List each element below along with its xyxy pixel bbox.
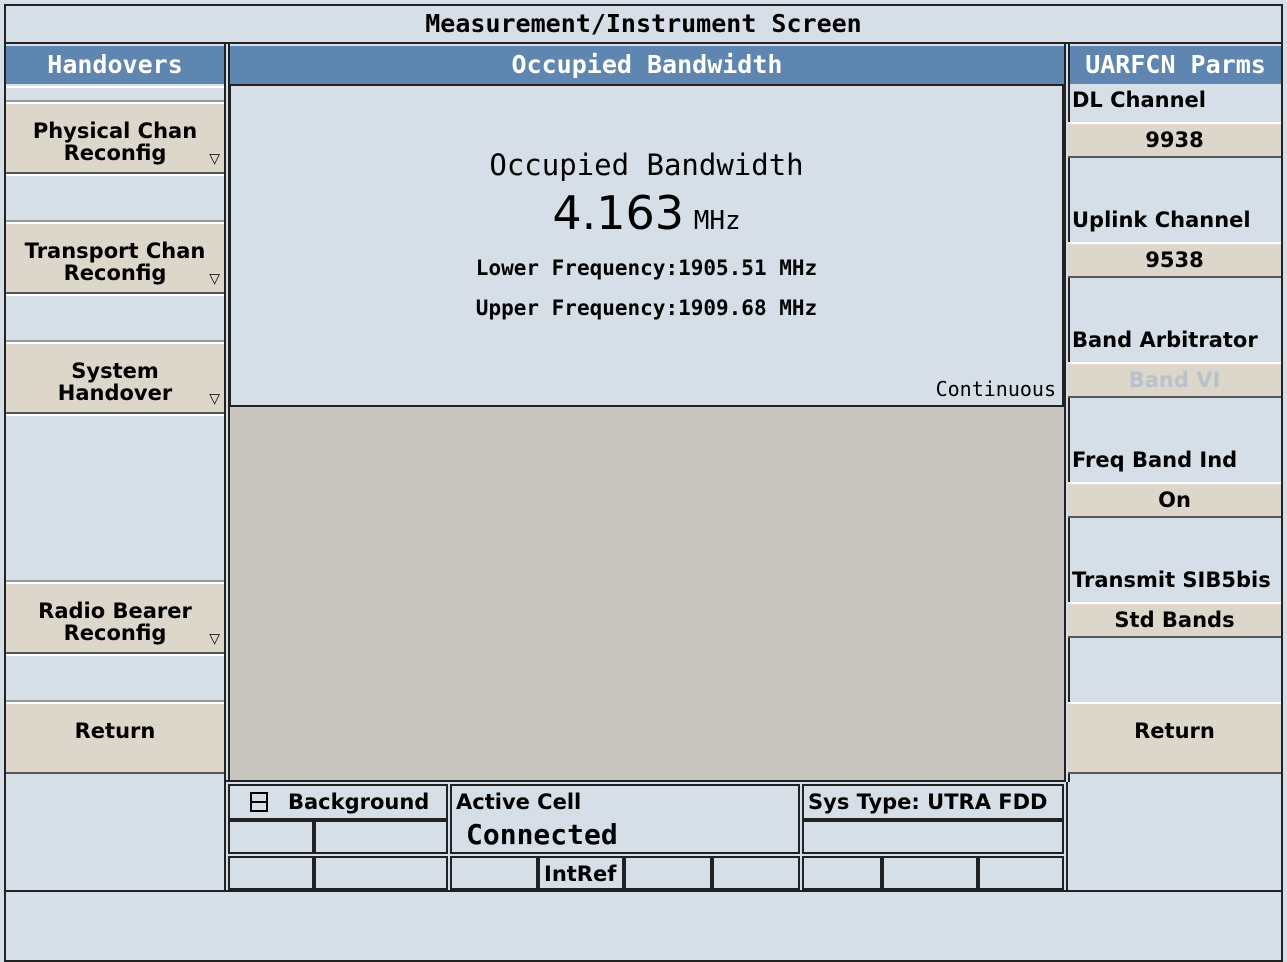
background-indicator[interactable]: Background [228,784,448,820]
status-cell [802,856,882,890]
active-cell-value: Connected [466,818,618,851]
softkey-label-line2: Reconfig [63,141,167,165]
param-label: Band Arbitrator [1072,328,1258,352]
measurement-header: Occupied Bandwidth [230,46,1064,84]
softkey-return-left[interactable]: Return [6,702,224,774]
param-transmit-sib5bis: Transmit SIB5bis [1068,566,1281,602]
param-value-transmit-sib5bis[interactable]: Std Bands [1068,602,1281,638]
left-panel-header: Handovers [6,46,224,84]
window-title: Measurement/Instrument Screen [4,4,1283,44]
status-cell [314,856,448,890]
status-cell [978,856,1064,890]
bottom-divider [6,890,1283,892]
return-label: Return [1134,719,1215,743]
upper-frequency-label: Upper Frequency: [475,296,679,320]
measurement-value: 4.163 [552,186,685,240]
param-value-freq-band-ind[interactable]: On [1068,482,1281,518]
submenu-triangle-icon: ▽ [209,151,220,167]
upper-frequency: Upper Frequency:1909.68 MHz [231,296,1062,320]
status-cell [228,820,314,854]
status-cell [314,820,448,854]
measurement-unit: MHz [693,206,741,236]
softkey-radio-bearer-reconfig[interactable]: Radio Bearer Reconfig ▽ [6,582,224,654]
param-value-dl-channel[interactable]: 9938 [1068,122,1281,158]
param-dl-channel: DL Channel [1068,86,1281,122]
upper-frequency-value: 1909.68 [678,296,767,320]
softkey-label-line2: Reconfig [63,621,167,645]
measurement-title: Occupied Bandwidth [489,148,804,182]
return-label: Return [74,719,156,743]
background-icon [250,792,268,812]
intref-label: IntRef [544,862,617,886]
background-label: Background [288,790,430,814]
gap [6,414,224,582]
sys-type-value: UTRA FDD [927,790,1048,814]
submenu-triangle-icon: ▽ [209,271,220,287]
gap [6,654,224,702]
gap [6,86,224,102]
softkey-physical-chan-reconfig[interactable]: Physical Chan Reconfig ▽ [6,102,224,174]
active-cell-status: Active Cell Connected [450,784,800,854]
submenu-triangle-icon: ▽ [209,391,220,407]
status-cell [624,856,712,890]
sys-type: Sys Type: UTRA FDD [808,790,1047,814]
right-panel-header: UARFCN Parms [1070,46,1281,84]
measurement-panel[interactable]: Occupied Bandwidth 4.163 MHz Lower Frequ… [229,84,1064,407]
submenu-triangle-icon: ▽ [209,631,220,647]
softkey-return-right[interactable]: Return [1068,702,1281,774]
upper-frequency-unit: MHz [779,296,818,320]
lower-frequency: Lower Frequency:1905.51 MHz [231,256,1062,280]
param-value-band-arbitrator: Band VI [1068,362,1281,398]
measurement-result: 4.163 MHz [231,186,1062,242]
status-cell [450,856,538,890]
param-label: Transmit SIB5bis [1072,568,1271,592]
status-cell [712,856,800,890]
status-cell [228,856,314,890]
softkey-label-line1: System [71,359,159,383]
softkey-label-line2: Reconfig [63,261,167,285]
softkey-label-line1: Physical Chan [32,119,198,143]
param-uplink-channel: Uplink Channel [1068,206,1281,242]
softkey-label-line1: Transport Chan [24,239,206,263]
sys-type-status: Sys Type: UTRA FDD [802,784,1064,820]
param-freq-band-ind: Freq Band Ind [1068,446,1281,482]
status-cell [882,856,978,890]
status-cell [802,820,1064,854]
softkey-label-line1: Radio Bearer [38,599,192,623]
active-cell-label: Active Cell [456,790,582,814]
param-band-arbitrator: Band Arbitrator [1068,326,1281,362]
softkey-system-handover[interactable]: System Handover ▽ [6,342,224,414]
softkey-label-line2: Handover [57,381,173,405]
softkey-transport-chan-reconfig[interactable]: Transport Chan Reconfig ▽ [6,222,224,294]
lower-frequency-unit: MHz [779,256,818,280]
lower-frequency-label: Lower Frequency: [475,256,679,280]
param-value-uplink-channel[interactable]: 9538 [1068,242,1281,278]
param-label: DL Channel [1072,88,1206,112]
sys-type-label: Sys Type: [808,790,920,814]
gap [6,174,224,222]
param-label: Uplink Channel [1072,208,1251,232]
measurement-mode: Continuous [935,377,1056,401]
intref-indicator: IntRef [538,856,624,890]
lower-frequency-value: 1905.51 [678,256,767,280]
gap [6,294,224,342]
param-label: Freq Band Ind [1072,448,1238,472]
